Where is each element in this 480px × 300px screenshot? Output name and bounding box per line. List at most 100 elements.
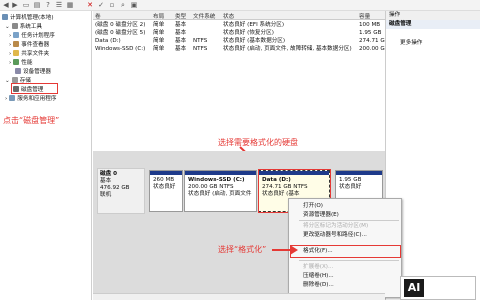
cell-volume: (磁盘 0 磁盘分区 2) — [95, 22, 146, 28]
tree-label: 计算机管理(本地) — [10, 15, 54, 21]
tree-item-event-viewer[interactable]: › 事件查看器 — [9, 41, 49, 49]
check-icon[interactable]: ✓ — [97, 1, 105, 9]
menu-separator — [299, 260, 399, 261]
partition-name: Windows-SSD (C:) — [188, 177, 245, 183]
performance-icon — [13, 59, 20, 65]
search-icon[interactable]: ⌕ — [119, 1, 127, 9]
tree-item-shared-folders[interactable]: › 共享文件夹 — [9, 50, 49, 58]
tools-icon — [11, 23, 18, 29]
annotation-arrow — [272, 245, 298, 255]
cell-volume: Data (D:) — [95, 38, 121, 44]
navigation-tree: 计算机管理(本地) ⌄ 系统工具 › 任务计划程序 › 事件查看器 › 共享文件夹 › 性… — [0, 11, 92, 300]
column-header-volume[interactable]: 卷 — [95, 12, 101, 20]
tree-label: 任务计划程序 — [21, 33, 55, 39]
partition-bar — [336, 171, 382, 175]
partition-bar — [150, 171, 182, 175]
column-header-layout[interactable]: 布局 — [153, 12, 164, 20]
highlight-box-format — [290, 245, 401, 258]
more-actions-link[interactable]: 更多操作 — [400, 38, 422, 46]
disk-kind: 基本 — [100, 178, 112, 184]
tree-label: 性能 — [21, 60, 33, 66]
annotation-select-format: 选择“格式化” — [218, 245, 267, 254]
cell-status: 状态良好 (恢复分区) — [223, 30, 274, 36]
view-icon[interactable]: ▣ — [130, 1, 138, 9]
column-header-type[interactable]: 类型 — [175, 12, 186, 20]
menu-item-mark-active: 将分区标记为活动分区(M) — [303, 223, 369, 229]
context-menu: 打开(O) 资源管理器(E) 将分区标记为活动分区(M) 更改驱动器号和路径(C… — [288, 198, 402, 298]
tree-label: 事件查看器 — [21, 42, 50, 48]
partition-status: 状态良好 — [153, 184, 176, 190]
cell-type: 基本 — [175, 38, 187, 44]
computer-icon — [2, 14, 8, 20]
tree-item-device-manager[interactable]: 设备管理器 — [15, 68, 51, 76]
cell-volume: (磁盘 0 磁盘分区 5) — [95, 30, 146, 36]
folder-icon — [13, 50, 20, 56]
menu-item-explore[interactable]: 资源管理器(E) — [303, 211, 339, 219]
disk-state: 联机 — [100, 192, 112, 198]
tree-item-system-tools[interactable]: ⌄ 系统工具 — [5, 23, 42, 31]
toolbar: ◀ ▶ ▭ ▤ ? ☰ ▦ ✕ ✓ ▫ ⌕ ▣ — [0, 0, 480, 11]
folder-icon[interactable]: ▭ — [22, 1, 30, 9]
cell-capacity: 1.95 GB — [359, 30, 382, 36]
volume-table: 卷 布局 类型 文件系统 状态 容量 (磁盘 0 磁盘分区 2) 简单 基本 状… — [93, 11, 389, 151]
list-icon[interactable]: ☰ — [55, 1, 63, 9]
tree-item-root[interactable]: 计算机管理(本地) — [2, 14, 54, 22]
tree-label: 服务和应用程序 — [17, 96, 57, 102]
cell-layout: 简单 — [153, 38, 165, 44]
actions-subheader[interactable]: 磁盘管理 — [386, 20, 480, 29]
status-bar — [93, 293, 385, 300]
disk-name: 磁盘 0 — [100, 171, 118, 177]
partition-efi[interactable]: 260 MB 状态良好 — [149, 170, 183, 212]
table-row[interactable]: (磁盘 0 磁盘分区 2) 简单 基本 状态良好 (EFI 系统分区) 100 … — [93, 21, 385, 29]
back-icon[interactable]: ◀ — [2, 1, 10, 9]
partition-c[interactable]: Windows-SSD (C:) 200.00 GB NTFS 状态良好 (启动… — [184, 170, 257, 212]
menu-separator — [299, 220, 399, 221]
disk-size: 476.92 GB — [100, 185, 130, 191]
tree-item-services[interactable]: › 服务和应用程序 — [5, 95, 56, 103]
event-icon — [13, 41, 20, 47]
device-icon — [15, 68, 21, 74]
partition-size: 1.95 GB — [339, 177, 362, 183]
forward-icon[interactable]: ▶ — [11, 1, 19, 9]
annotation-click-disk: 点击“磁盘管理” — [3, 116, 60, 125]
console-tree-icon[interactable]: ▤ — [33, 1, 41, 9]
cell-layout: 简单 — [153, 22, 165, 28]
partition-bar — [185, 171, 256, 175]
cell-filesystem: NTFS — [193, 38, 208, 44]
tree-label: 设备管理器 — [23, 69, 51, 75]
delete-icon[interactable]: ✕ — [86, 1, 94, 9]
services-icon — [9, 95, 16, 101]
cell-filesystem: NTFS — [193, 46, 208, 52]
table-header: 卷 布局 类型 文件系统 状态 容量 — [93, 11, 385, 20]
cell-type: 基本 — [175, 46, 187, 52]
menu-item-delete[interactable]: 删除卷(D)... — [303, 281, 334, 289]
tree-item-task-scheduler[interactable]: › 任务计划程序 — [9, 32, 55, 40]
help-icon[interactable]: ? — [44, 1, 52, 9]
menu-item-change-drive-letter[interactable]: 更改驱动器号和路径(C)... — [303, 231, 367, 239]
cell-layout: 简单 — [153, 30, 165, 36]
properties-icon[interactable]: ▦ — [66, 1, 74, 9]
tree-item-performance[interactable]: › 性能 — [9, 59, 32, 67]
highlight-box-disk-management — [11, 83, 58, 94]
partition-status: 状态良好 — [339, 184, 362, 190]
tree-label: 系统工具 — [19, 24, 43, 30]
watermark-logo: AI — [400, 276, 476, 300]
column-header-filesystem[interactable]: 文件系统 — [193, 12, 215, 20]
tree-label: 共享文件夹 — [21, 51, 50, 57]
menu-item-shrink[interactable]: 压缩卷(H)... — [303, 272, 334, 280]
column-header-capacity[interactable]: 容量 — [359, 12, 370, 20]
cell-layout: 简单 — [153, 46, 165, 52]
menu-item-extend: 扩展卷(X)... — [303, 264, 334, 270]
disk-0-label[interactable]: 磁盘 0 基本 476.92 GB 联机 — [97, 168, 145, 214]
column-header-status[interactable]: 状态 — [223, 12, 234, 20]
table-row[interactable]: Data (D:) 简单 基本 NTFS 状态良好 (基本数据分区) 274.7… — [93, 37, 389, 45]
actions-header: 操作 — [386, 11, 480, 20]
cell-status: 状态良好 (基本数据分区) — [223, 38, 286, 44]
open-icon[interactable]: ▫ — [108, 1, 116, 9]
cell-volume: Windows-SSD (C:) — [95, 46, 146, 52]
menu-item-open[interactable]: 打开(O) — [303, 202, 323, 210]
table-row[interactable]: Windows-SSD (C:) 简单 基本 NTFS 状态良好 (启动, 页面… — [93, 45, 389, 53]
cell-type: 基本 — [175, 30, 187, 36]
cell-status: 状态良好 (启动, 页面文件, 故障转储, 基本数据分区) — [223, 46, 352, 52]
table-row[interactable]: (磁盘 0 磁盘分区 5) 简单 基本 状态良好 (恢复分区) 1.95 GB — [93, 29, 385, 37]
